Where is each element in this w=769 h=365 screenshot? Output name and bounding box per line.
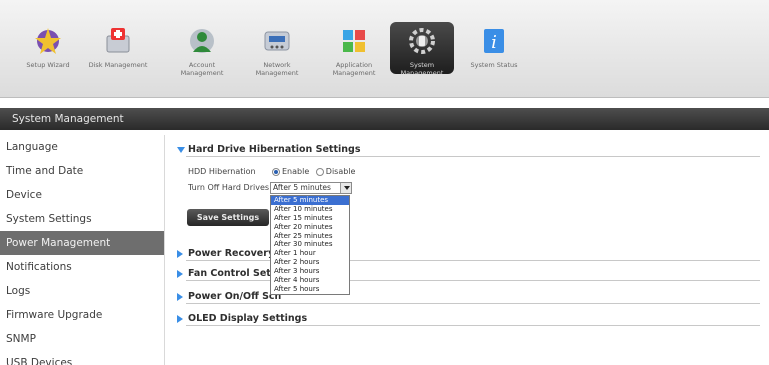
dropdown-option[interactable]: After 5 minutes xyxy=(271,196,349,205)
disable-label: Disable xyxy=(325,167,356,176)
disk-icon xyxy=(106,28,130,53)
toolbar-account-management[interactable]: Account Management xyxy=(170,22,234,96)
divider xyxy=(186,156,760,157)
turn-off-dropdown-list: After 5 minutes After 10 minutes After 1… xyxy=(270,195,350,295)
svg-text:i: i xyxy=(491,32,497,53)
toolbar-label: Application Management xyxy=(332,61,376,77)
dropdown-option[interactable]: After 15 minutes xyxy=(271,214,349,223)
oled-title: OLED Display Settings xyxy=(188,313,308,324)
toolbar-setup-wizard[interactable]: Setup Wizard xyxy=(16,22,80,96)
disable-radio[interactable] xyxy=(315,167,324,176)
save-settings-button[interactable]: Save Settings xyxy=(187,209,269,226)
toolbar-label: System Management xyxy=(400,61,444,77)
dropdown-option[interactable]: After 20 minutes xyxy=(271,223,349,232)
sidebar: Language Time and Date Device System Set… xyxy=(0,135,164,365)
collapsed-arrow-icon xyxy=(177,269,183,278)
fan-control-title: Fan Control Setti xyxy=(188,268,279,279)
chevron-down-icon[interactable] xyxy=(340,183,351,193)
expanded-arrow-icon xyxy=(177,146,185,153)
hibernation-title: Hard Drive Hibernation Settings xyxy=(188,144,361,155)
sidebar-item-system-settings[interactable]: System Settings xyxy=(0,207,164,231)
divider xyxy=(186,325,760,326)
network-icon xyxy=(264,31,290,51)
enable-radio[interactable] xyxy=(272,167,280,176)
dropdown-option[interactable]: After 3 hours xyxy=(271,267,349,276)
oled-section-header[interactable]: OLED Display Settings xyxy=(177,313,307,324)
turn-off-label: Turn Off Hard Drives xyxy=(188,183,270,192)
power-onoff-title: Power On/Off Sch xyxy=(188,291,282,302)
sidebar-item-usb-devices[interactable]: USB Devices xyxy=(0,351,164,365)
fan-control-section-header[interactable]: Fan Control Setti xyxy=(177,268,279,279)
toolbar-label: Account Management xyxy=(180,61,224,77)
toolbar-system-management[interactable]: System Management xyxy=(390,22,454,77)
hdd-hibernation-label: HDD Hibernation xyxy=(188,167,256,176)
sidebar-divider xyxy=(164,135,165,365)
collapsed-arrow-icon xyxy=(177,314,183,323)
sidebar-item-power-management[interactable]: Power Management xyxy=(0,231,164,255)
dropdown-option[interactable]: After 4 hours xyxy=(271,276,349,285)
toolbar-system-status[interactable]: i System Status xyxy=(462,22,526,96)
account-icon xyxy=(190,29,214,53)
turn-off-select[interactable]: After 5 minutes xyxy=(270,182,352,194)
sidebar-item-time-and-date[interactable]: Time and Date xyxy=(0,159,164,183)
hibernation-section-header[interactable]: Hard Drive Hibernation Settings xyxy=(177,144,360,155)
collapsed-arrow-icon xyxy=(177,249,183,258)
wizard-icon xyxy=(35,28,61,54)
select-value: After 5 minutes xyxy=(273,183,331,192)
dropdown-option[interactable]: After 30 minutes xyxy=(271,240,349,249)
dropdown-option[interactable]: After 10 minutes xyxy=(271,205,349,214)
toolbar-label: System Status xyxy=(470,61,518,69)
dropdown-option[interactable]: After 2 hours xyxy=(271,258,349,267)
divider xyxy=(186,303,760,304)
collapsed-arrow-icon xyxy=(177,292,183,301)
toolbar-label: Network Management xyxy=(255,61,299,77)
toolbar-label: Disk Management xyxy=(88,61,148,69)
main-toolbar: Setup Wizard Disk Management Account Man… xyxy=(0,0,769,98)
toolbar-disk-management[interactable]: Disk Management xyxy=(86,22,150,96)
toolbar-network-management[interactable]: Network Management xyxy=(245,22,309,96)
power-onoff-section-header[interactable]: Power On/Off Sch xyxy=(177,291,281,302)
status-icon: i xyxy=(484,29,504,53)
enable-label: Enable xyxy=(282,167,310,176)
dropdown-option[interactable]: After 1 hour xyxy=(271,249,349,258)
toolbar-application-management[interactable]: Application Management xyxy=(322,22,386,96)
sidebar-item-notifications[interactable]: Notifications xyxy=(0,255,164,279)
dropdown-option[interactable]: After 25 minutes xyxy=(271,232,349,241)
sidebar-item-language[interactable]: Language xyxy=(0,135,164,159)
sidebar-item-firmware-upgrade[interactable]: Firmware Upgrade xyxy=(0,303,164,327)
sidebar-item-device[interactable]: Device xyxy=(0,183,164,207)
power-recovery-section-header[interactable]: Power Recovery S xyxy=(177,248,284,259)
toolbar-label: Setup Wizard xyxy=(26,61,70,69)
dropdown-option[interactable]: After 5 hours xyxy=(271,285,349,294)
system-icon xyxy=(409,28,435,54)
section-title-bar: System Management xyxy=(0,108,769,130)
sidebar-item-logs[interactable]: Logs xyxy=(0,279,164,303)
enable-radio-group: Enable Disable xyxy=(272,167,355,176)
application-icon xyxy=(343,30,365,52)
sidebar-item-snmp[interactable]: SNMP xyxy=(0,327,164,351)
